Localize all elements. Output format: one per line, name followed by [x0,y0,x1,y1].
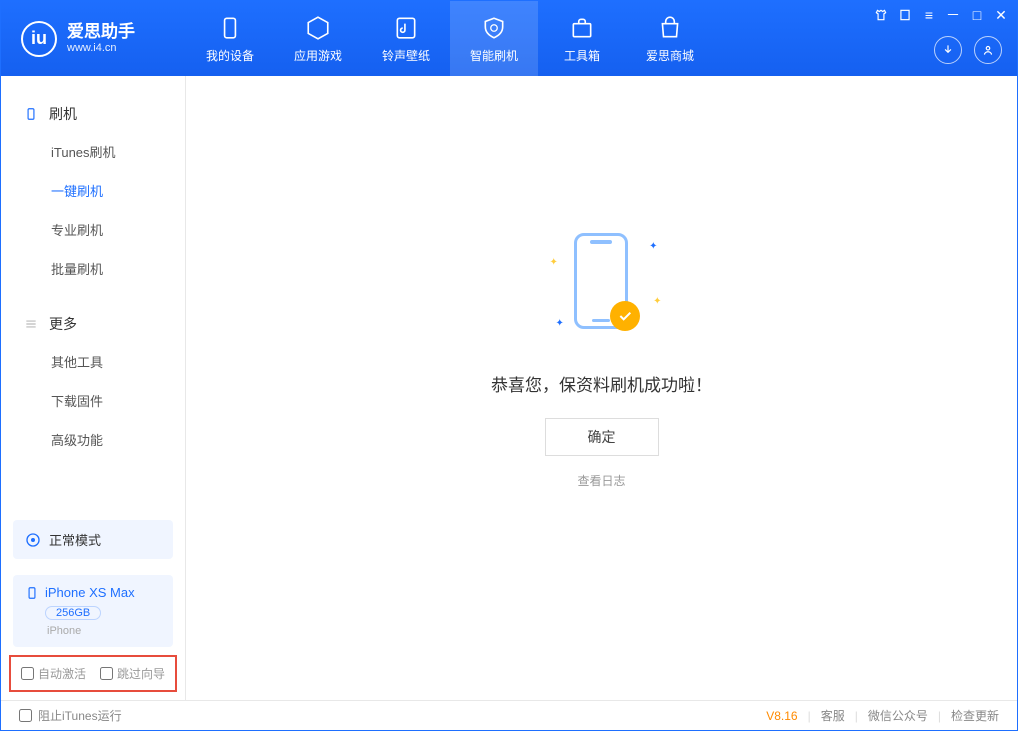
sparkle-icon: ✦ [556,318,564,329]
logo-area: iu 爱思助手 www.i4.cn [1,21,186,57]
sidebar-item-itunes-flash[interactable]: iTunes刷机 [1,132,185,171]
skip-guide-checkbox[interactable]: 跳过向导 [100,665,165,682]
ok-button[interactable]: 确定 [545,418,659,456]
footer-link-update[interactable]: 检查更新 [951,707,999,724]
list-icon [23,316,39,332]
app-logo-icon: iu [21,21,57,57]
main-content: ✦ ✦ ✦ ✦ 恭喜您，保资料刷机成功啦！ 确定 查看日志 [186,76,1017,700]
check-badge-icon [610,301,640,331]
footer-bar: 阻止iTunes运行 V8.16 | 客服 | 微信公众号 | 检查更新 [1,700,1017,730]
maximize-button[interactable]: □ [969,7,985,23]
tshirt-icon[interactable] [873,7,889,23]
nav-label: 工具箱 [564,47,600,64]
sidebar-item-pro-flash[interactable]: 专业刷机 [1,210,185,249]
nav-label: 应用游戏 [294,47,342,64]
notebook-icon[interactable] [897,7,913,23]
section-label: 更多 [49,314,77,334]
nav-tab-my-device[interactable]: 我的设备 [186,1,274,76]
sidebar-item-advanced[interactable]: 高级功能 [1,420,185,459]
device-mode-box[interactable]: 正常模式 [13,520,173,559]
nav-tab-ringtones[interactable]: 铃声壁纸 [362,1,450,76]
phone-icon [23,106,39,122]
sidebar-section-flash: 刷机 [1,96,185,132]
device-capacity: 256GB [45,606,101,620]
logo-text: 爱思助手 www.i4.cn [67,22,135,56]
options-highlight-box: 自动激活 跳过向导 [9,655,177,692]
section-label: 刷机 [49,104,77,124]
auto-activate-input[interactable] [21,667,34,680]
app-subtitle: www.i4.cn [67,42,135,55]
store-icon [656,14,684,42]
nav-label: 爱思商城 [646,47,694,64]
refresh-shield-icon [480,14,508,42]
device-name-row: iPhone XS Max [25,585,161,600]
device-type: iPhone [47,625,161,637]
close-button[interactable]: ✕ [993,7,1009,23]
menu-icon[interactable]: ≡ [921,7,937,23]
download-icon[interactable] [934,36,962,64]
sidebar-item-other-tools[interactable]: 其他工具 [1,342,185,381]
nav-label: 智能刷机 [470,47,518,64]
nav-label: 铃声壁纸 [382,47,430,64]
sidebar-item-batch-flash[interactable]: 批量刷机 [1,249,185,288]
device-info-box[interactable]: iPhone XS Max 256GB iPhone [13,575,173,647]
toolbox-icon [568,14,596,42]
nav-tab-toolbox[interactable]: 工具箱 [538,1,626,76]
success-illustration: ✦ ✦ ✦ ✦ [532,227,672,347]
auto-activate-checkbox[interactable]: 自动激活 [21,665,86,682]
block-itunes-checkbox[interactable]: 阻止iTunes运行 [19,707,122,724]
block-itunes-input[interactable] [19,709,32,722]
mode-label: 正常模式 [49,530,101,549]
nav-tab-flash[interactable]: 智能刷机 [450,1,538,76]
nav-tab-apps[interactable]: 应用游戏 [274,1,362,76]
body-area: 刷机 iTunes刷机 一键刷机 专业刷机 批量刷机 更多 其他工具 下载固件 … [1,76,1017,700]
sparkle-icon: ✦ [649,241,657,252]
sidebar-item-onekey-flash[interactable]: 一键刷机 [1,171,185,210]
nav-tabs: 我的设备 应用游戏 铃声壁纸 智能刷机 工具箱 爱思商城 [186,1,714,76]
device-name: iPhone XS Max [45,585,135,600]
sidebar-section-more: 更多 [1,306,185,342]
device-icon [216,14,244,42]
status-icon [25,532,41,548]
skip-guide-input[interactable] [100,667,113,680]
success-message: 恭喜您，保资料刷机成功啦！ [491,371,712,396]
music-icon [392,14,420,42]
nav-tab-store[interactable]: 爱思商城 [626,1,714,76]
nav-label: 我的设备 [206,47,254,64]
cube-icon [304,14,332,42]
sidebar: 刷机 iTunes刷机 一键刷机 专业刷机 批量刷机 更多 其他工具 下载固件 … [1,76,186,700]
footer-link-support[interactable]: 客服 [821,707,845,724]
sparkle-icon: ✦ [653,296,661,307]
view-log-link[interactable]: 查看日志 [577,472,625,489]
footer-right: V8.16 | 客服 | 微信公众号 | 检查更新 [766,707,999,724]
minimize-button[interactable]: － [945,7,961,23]
header-action-icons [934,36,1002,64]
footer-link-wechat[interactable]: 微信公众号 [868,707,928,724]
app-title: 爱思助手 [67,22,135,42]
phone-small-icon [25,586,39,600]
header-bar: iu 爱思助手 www.i4.cn 我的设备 应用游戏 铃声壁纸 智能刷机 工具… [1,1,1017,76]
sidebar-item-download-fw[interactable]: 下载固件 [1,381,185,420]
user-icon[interactable] [974,36,1002,64]
version-label: V8.16 [766,709,797,723]
sparkle-icon: ✦ [550,257,558,268]
window-controls: ≡ － □ ✕ [873,7,1009,23]
